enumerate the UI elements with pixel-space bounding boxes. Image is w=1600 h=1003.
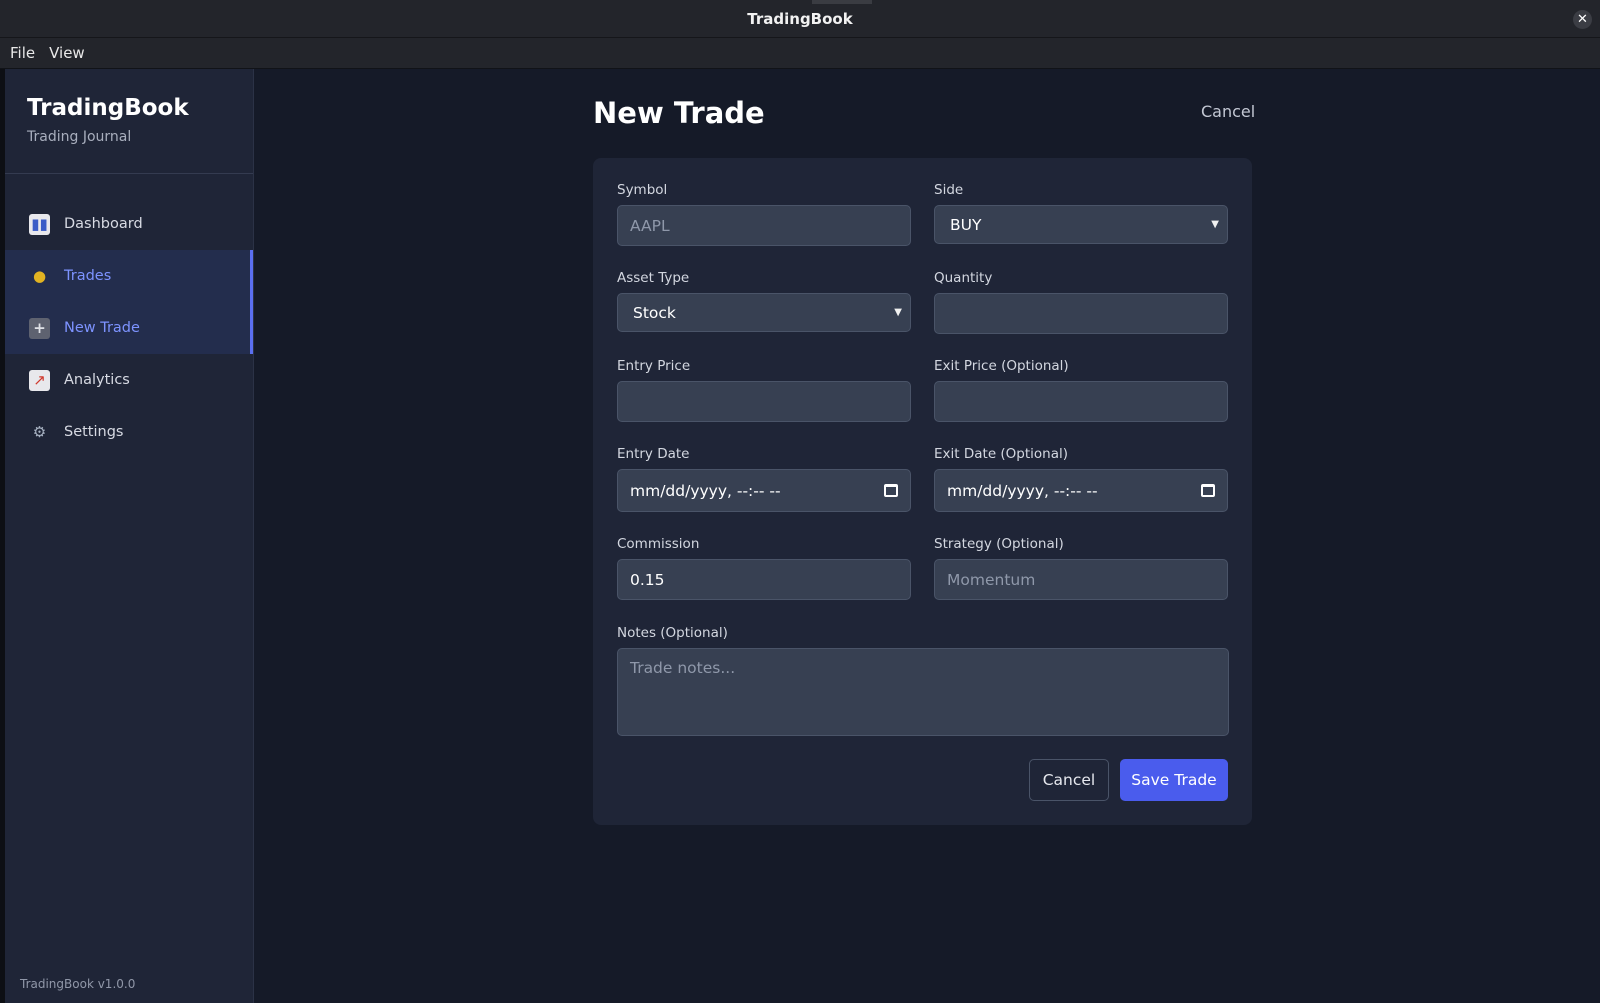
- sidebar-item-new-trade[interactable]: + New Trade: [5, 302, 253, 354]
- entry-price-label: Entry Price: [617, 358, 691, 374]
- strategy-input[interactable]: Momentum: [934, 559, 1228, 600]
- money-bag-icon: ●: [32, 267, 47, 285]
- page-title: New Trade: [593, 96, 765, 130]
- titlebar-grip[interactable]: [812, 0, 872, 4]
- commission-label: Commission: [617, 536, 700, 552]
- calendar-icon[interactable]: [1201, 484, 1215, 497]
- exit-date-label: Exit Date (Optional): [934, 446, 1069, 462]
- side-field-group: Side BUY ▼: [934, 182, 1228, 244]
- asset-type-field-group: Asset Type Stock ▼: [617, 270, 911, 332]
- save-trade-button[interactable]: Save Trade: [1120, 759, 1228, 801]
- sidebar-item-label: Analytics: [64, 372, 130, 388]
- side-label: Side: [934, 182, 964, 198]
- bar-chart-icon: ▮▮: [29, 213, 50, 235]
- app-version: TradingBook v1.0.0: [20, 977, 136, 991]
- app-name: TradingBook: [27, 95, 189, 121]
- commission-field-group: Commission 0.15: [617, 536, 911, 600]
- quantity-input[interactable]: [934, 293, 1228, 334]
- entry-date-value: mm/dd/yyyy, --:-- --: [630, 481, 781, 500]
- strategy-label: Strategy (Optional): [934, 536, 1064, 552]
- entry-price-field-group: Entry Price: [617, 358, 911, 422]
- symbol-input[interactable]: AAPL: [617, 205, 911, 246]
- exit-date-field-group: Exit Date (Optional) mm/dd/yyyy, --:-- -…: [934, 446, 1228, 512]
- exit-date-value: mm/dd/yyyy, --:-- --: [947, 481, 1098, 500]
- notes-label: Notes (Optional): [617, 625, 728, 641]
- entry-date-field-group: Entry Date mm/dd/yyyy, --:-- --: [617, 446, 911, 512]
- sidebar-item-settings[interactable]: ⚙ Settings: [5, 406, 253, 458]
- exit-price-field-group: Exit Price (Optional): [934, 358, 1228, 422]
- notes-field-group: Notes (Optional) Trade notes...: [617, 625, 1229, 736]
- side-select-value: BUY: [950, 215, 982, 234]
- quantity-field-group: Quantity: [934, 270, 1228, 334]
- sidebar-item-dashboard[interactable]: ▮▮ Dashboard: [5, 198, 253, 250]
- main-content: New Trade Cancel Symbol AAPL Side BUY ▼ …: [254, 69, 1600, 1003]
- side-select[interactable]: BUY ▼: [934, 205, 1228, 244]
- sidebar-item-analytics[interactable]: ↗ Analytics: [5, 354, 253, 406]
- cancel-button[interactable]: Cancel: [1029, 759, 1109, 801]
- sidebar-item-label: New Trade: [64, 320, 140, 336]
- close-icon[interactable]: ✕: [1573, 10, 1592, 29]
- sidebar-item-label: Dashboard: [64, 216, 143, 232]
- menu-bar: File View: [0, 38, 1600, 69]
- strategy-field-group: Strategy (Optional) Momentum: [934, 536, 1228, 600]
- calendar-icon[interactable]: [884, 484, 898, 497]
- entry-price-input[interactable]: [617, 381, 911, 422]
- window-titlebar: TradingBook ✕: [0, 0, 1600, 38]
- exit-price-input[interactable]: [934, 381, 1228, 422]
- commission-input[interactable]: 0.15: [617, 559, 911, 600]
- exit-date-input[interactable]: mm/dd/yyyy, --:-- --: [934, 469, 1228, 512]
- plus-icon: +: [29, 317, 50, 339]
- chevron-down-icon: ▼: [1211, 219, 1219, 230]
- quantity-label: Quantity: [934, 270, 993, 286]
- chevron-down-icon: ▼: [894, 307, 902, 318]
- sidebar-item-label: Trades: [64, 268, 112, 284]
- asset-type-select[interactable]: Stock ▼: [617, 293, 911, 332]
- menu-view[interactable]: View: [49, 44, 85, 62]
- entry-date-label: Entry Date: [617, 446, 690, 462]
- line-chart-icon: ↗: [29, 369, 50, 391]
- asset-type-select-value: Stock: [633, 303, 676, 322]
- notes-textarea[interactable]: Trade notes...: [617, 648, 1229, 736]
- exit-price-label: Exit Price (Optional): [934, 358, 1069, 374]
- new-trade-form: Symbol AAPL Side BUY ▼ Asset Type Stock …: [593, 158, 1252, 825]
- symbol-label: Symbol: [617, 182, 668, 198]
- sidebar: TradingBook Trading Journal ▮▮ Dashboard…: [5, 69, 254, 1003]
- gear-icon: ⚙: [32, 423, 47, 441]
- sidebar-brand: TradingBook Trading Journal: [5, 69, 253, 174]
- menu-file[interactable]: File: [10, 44, 35, 62]
- app-subtitle: Trading Journal: [27, 129, 132, 145]
- sidebar-nav: ▮▮ Dashboard ● Trades + New Trade ↗ Anal…: [5, 198, 253, 458]
- sidebar-item-trades[interactable]: ● Trades: [5, 250, 253, 302]
- asset-type-label: Asset Type: [617, 270, 690, 286]
- header-cancel-button[interactable]: Cancel: [1201, 102, 1255, 121]
- entry-date-input[interactable]: mm/dd/yyyy, --:-- --: [617, 469, 911, 512]
- sidebar-item-label: Settings: [64, 424, 124, 440]
- window-title: TradingBook: [747, 9, 853, 28]
- symbol-field-group: Symbol AAPL: [617, 182, 911, 246]
